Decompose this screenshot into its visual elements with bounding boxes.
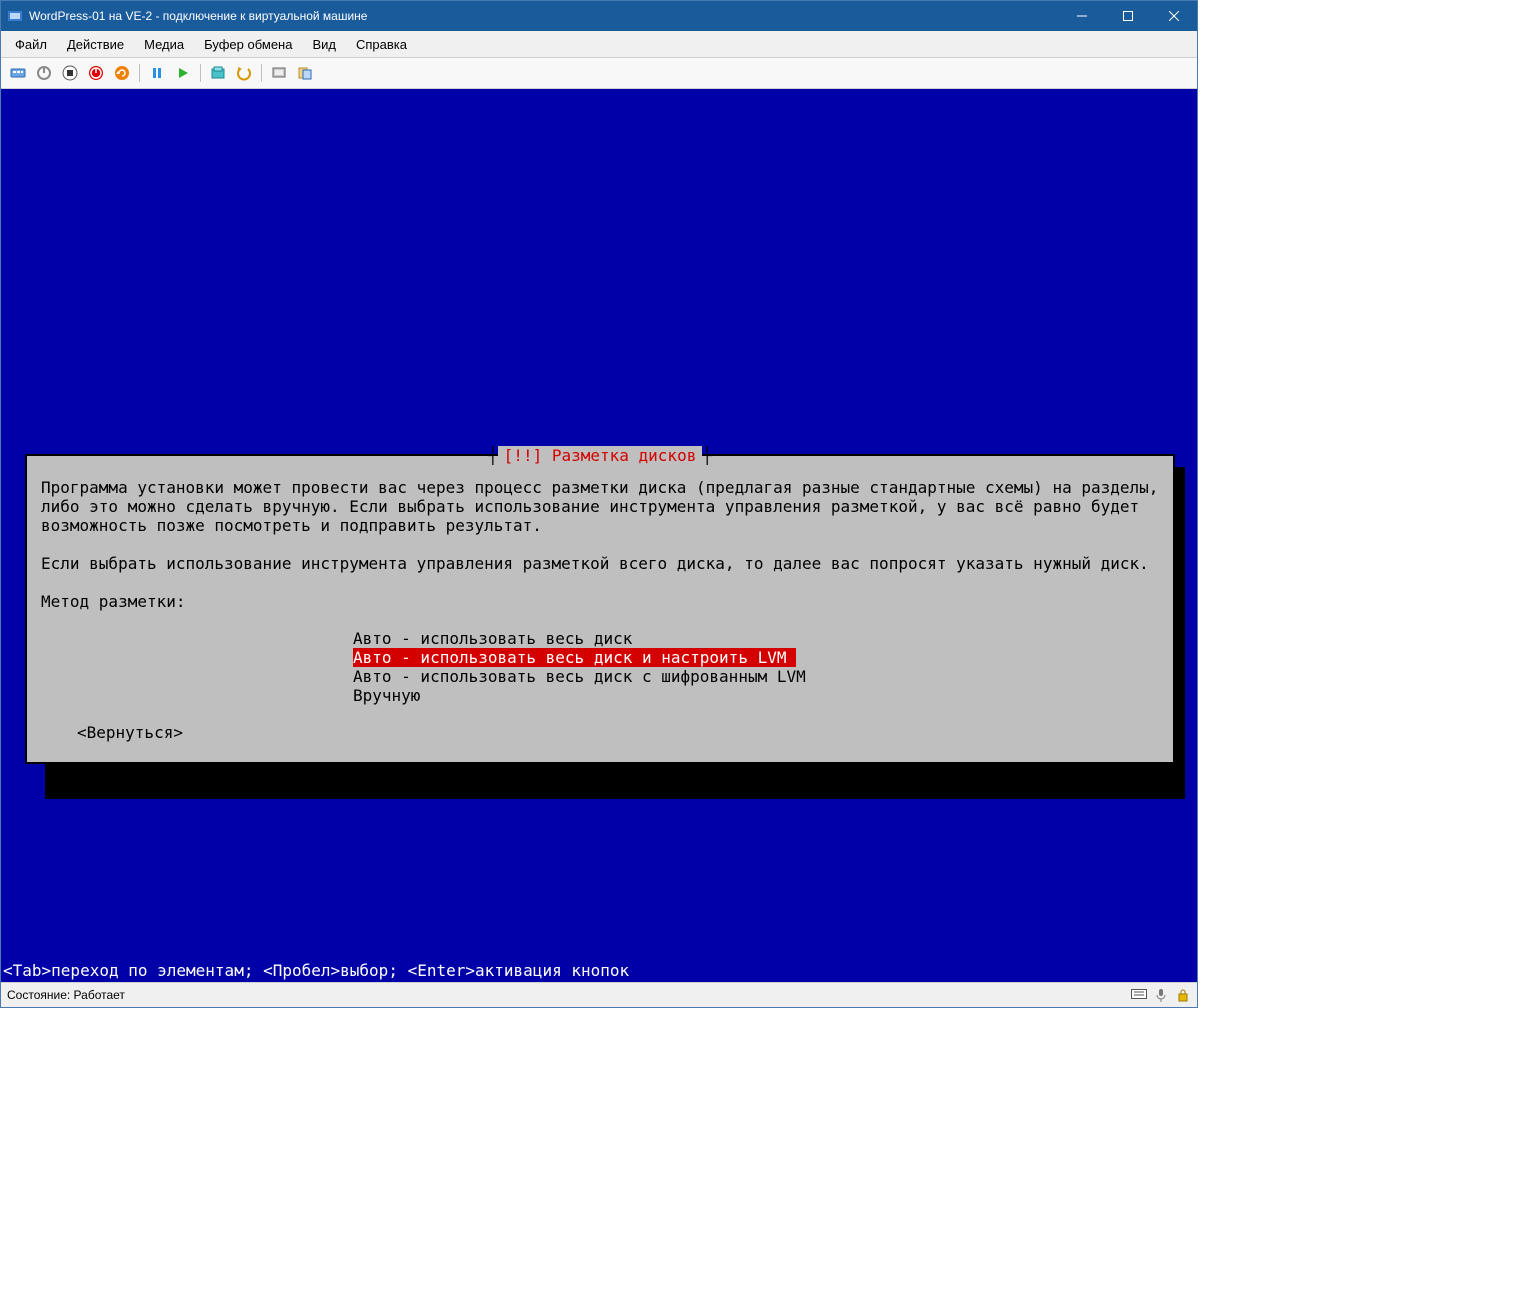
go-back-button[interactable]: <Вернуться> (77, 723, 183, 742)
menu-help[interactable]: Справка (346, 34, 417, 55)
vm-connection-window: WordPress-01 на VE-2 - подключение к вир… (0, 0, 1198, 1008)
menu-action[interactable]: Действие (57, 34, 134, 55)
menu-clipboard[interactable]: Буфер обмена (194, 34, 302, 55)
window-controls (1059, 1, 1197, 31)
option-auto-whole-disk[interactable]: Авто - использовать весь диск (353, 629, 1159, 648)
dialog-prompt: Метод разметки: (41, 592, 1159, 611)
maximize-button[interactable] (1105, 1, 1151, 31)
keyboard-hint: <Tab>переход по элементам; <Пробел>выбор… (1, 961, 1197, 982)
ctrl-alt-del-icon[interactable] (7, 62, 29, 84)
dialog-paragraph: Программа установки может провести вас ч… (41, 478, 1159, 535)
stop-icon[interactable] (59, 62, 81, 84)
toolbar-separator (200, 64, 201, 82)
option-auto-whole-disk-lvm[interactable]: Авто - использовать весь диск и настроит… (353, 648, 796, 667)
dialog-title: [!!] Разметка дисков (498, 446, 703, 465)
pause-icon[interactable] (146, 62, 168, 84)
keyboard-icon (1131, 987, 1147, 1003)
titlebar: WordPress-01 на VE-2 - подключение к вир… (1, 1, 1197, 31)
option-auto-whole-disk-crypt[interactable]: Авто - использовать весь диск с шифрован… (353, 667, 1159, 686)
window-title: WordPress-01 на VE-2 - подключение к вир… (29, 9, 1059, 23)
start-icon[interactable] (172, 62, 194, 84)
status-icons (1131, 987, 1191, 1003)
statusbar: Состояние: Работает (1, 982, 1197, 1007)
share-icon[interactable] (294, 62, 316, 84)
reset-icon[interactable] (111, 62, 133, 84)
vm-screen[interactable]: ┤ [!!] Разметка дисков ├ Программа устан… (1, 89, 1197, 982)
option-manual[interactable]: Вручную (353, 686, 1159, 705)
menu-file[interactable]: Файл (5, 34, 57, 55)
checkpoint-icon[interactable] (207, 62, 229, 84)
partition-method-list: Авто - использовать весь диск Авто - исп… (353, 629, 1159, 705)
menu-view[interactable]: Вид (302, 34, 346, 55)
shutdown-icon[interactable] (85, 62, 107, 84)
revert-icon[interactable] (233, 62, 255, 84)
toolbar (1, 58, 1197, 89)
dialog-title-decor: ┤ (488, 446, 498, 465)
toolbar-separator (261, 64, 262, 82)
dialog-title-decor: ├ (702, 446, 712, 465)
minimize-button[interactable] (1059, 1, 1105, 31)
app-icon (7, 8, 23, 24)
menubar: Файл Действие Медиа Буфер обмена Вид Спр… (1, 31, 1197, 58)
enhanced-session-icon[interactable] (268, 62, 290, 84)
microphone-icon (1153, 987, 1169, 1003)
lock-icon (1175, 987, 1191, 1003)
dialog-paragraph: Если выбрать использование инструмента у… (41, 554, 1159, 573)
menu-media[interactable]: Медиа (134, 34, 194, 55)
status-text: Состояние: Работает (7, 988, 125, 1002)
toolbar-separator (139, 64, 140, 82)
power-cycle-icon[interactable] (33, 62, 55, 84)
close-button[interactable] (1151, 1, 1197, 31)
partition-dialog: ┤ [!!] Разметка дисков ├ Программа устан… (25, 454, 1175, 764)
